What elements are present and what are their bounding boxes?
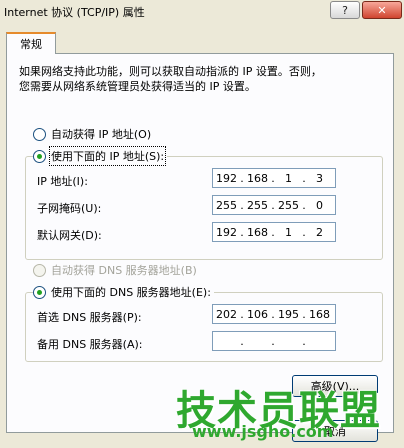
manual-ip-radio[interactable]: 使用下面的 IP 地址(S): [33, 146, 168, 166]
auto-dns-radio[interactable]: 自动获得 DNS 服务器地址(B) [33, 262, 200, 278]
manual-dns-label: 使用下面的 DNS 服务器地址(E): [51, 286, 211, 299]
ip-octet: 255 [278, 198, 299, 212]
manual-dns-radio[interactable]: 使用下面的 DNS 服务器地址(E): [33, 284, 214, 300]
ip-octet: 168 [309, 307, 330, 321]
close-button[interactable]: ✕ [362, 1, 402, 19]
ip-octet: 168 [247, 171, 268, 185]
alternate-dns-input[interactable]: . . . [212, 331, 336, 351]
ip-octet: 192 [216, 171, 237, 185]
subnet-mask-input[interactable]: 255. 255. 255. 0 [212, 195, 336, 215]
ip-octet: 192 [216, 225, 237, 239]
ip-octet: 3 [316, 171, 323, 185]
preferred-dns-label: 首选 DNS 服务器(P): [37, 311, 142, 324]
auto-ip-radio[interactable]: 自动获得 IP 地址(O) [33, 126, 155, 142]
tab-general-label: 常规 [20, 38, 42, 51]
tab-general[interactable]: 常规 [6, 32, 56, 54]
manual-dns-radio-circle[interactable] [33, 285, 46, 299]
ip-address-input[interactable]: 192. 168. 1. 3 [212, 168, 336, 188]
title-bar: Internet 协议 (TCP/IP) 属性 ? ✕ [0, 0, 404, 22]
ip-octet: 2 [316, 225, 323, 239]
default-gateway-input[interactable]: 192. 168. 1. 2 [212, 222, 336, 242]
subnet-mask-label: 子网掩码(U): [37, 202, 102, 215]
manual-ip-label: 使用下面的 IP 地址(S): [48, 146, 167, 166]
ip-octet: 255 [247, 198, 268, 212]
default-gateway-label: 默认网关(D): [37, 229, 102, 242]
watermark-url: www.jsgho.com [192, 422, 334, 441]
ip-octet: 195 [278, 307, 299, 321]
manual-ip-radio-circle[interactable] [33, 149, 46, 163]
help-icon: ? [342, 3, 348, 17]
ip-address-label: IP 地址(I): [37, 175, 88, 188]
ip-octet: 1 [285, 171, 292, 185]
auto-ip-radio-circle[interactable] [33, 127, 46, 141]
alternate-dns-label: 备用 DNS 服务器(A): [37, 338, 143, 351]
close-icon: ✕ [377, 3, 387, 17]
window-title: Internet 协议 (TCP/IP) 属性 [4, 6, 145, 19]
ip-octet: 1 [285, 225, 292, 239]
help-button[interactable]: ? [330, 1, 360, 19]
ip-octet: 106 [247, 307, 268, 321]
preferred-dns-input[interactable]: 202. 106. 195. 168 [212, 304, 336, 324]
auto-dns-label: 自动获得 DNS 服务器地址(B) [51, 264, 197, 277]
ip-octet: 202 [216, 307, 237, 321]
ip-octet: 255 [216, 198, 237, 212]
description-text: 如果网络支持此功能，则可以获取自动指派的 IP 设置。否则， 您需要从网络系统管… [19, 65, 322, 93]
ip-octet: 168 [247, 225, 268, 239]
auto-dns-radio-circle[interactable] [33, 263, 46, 277]
ip-octet: 0 [316, 198, 323, 212]
auto-ip-label: 自动获得 IP 地址(O) [51, 128, 152, 141]
